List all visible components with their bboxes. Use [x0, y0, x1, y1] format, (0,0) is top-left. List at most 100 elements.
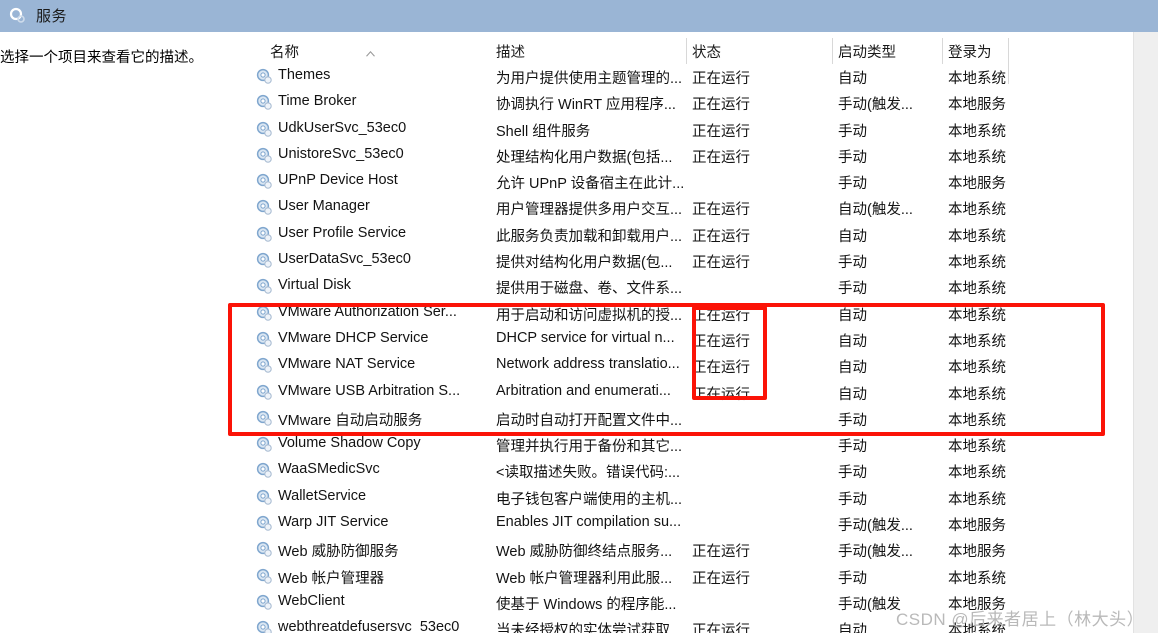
service-gear-icon: [256, 199, 273, 216]
cell-start: 自动: [838, 71, 867, 87]
table-row[interactable]: WalletService 电子钱包客户端使用的主机... 手动 本地系统: [248, 485, 1158, 511]
table-row[interactable]: Themes 为用户提供使用主题管理的... 正在运行 自动 本地系统: [248, 64, 1158, 90]
cell-logon: 本地系统: [948, 360, 1006, 377]
cell-state: 正在运行: [692, 544, 750, 561]
cell-start: 手动: [838, 491, 867, 508]
cell-desc: 提供用于磁盘、卷、文件系...: [496, 281, 683, 298]
cell-start: 手动: [838, 176, 867, 193]
cell-desc: Web 帐户管理器利用此服...: [496, 570, 673, 587]
cell-desc: 启动时自动打开配置文件中...: [496, 412, 683, 429]
column-header-desc[interactable]: 描述: [496, 41, 525, 62]
table-row[interactable]: Warp JIT Service Enables JIT compilation …: [248, 511, 1158, 537]
cell-state: 正在运行: [692, 623, 750, 633]
cell-desc: Shell 组件服务: [496, 123, 591, 140]
column-separator[interactable]: [686, 38, 687, 64]
table-row[interactable]: VMware 自动启动服务 启动时自动打开配置文件中... 手动 本地系统: [248, 406, 1158, 432]
column-separator[interactable]: [942, 38, 943, 64]
grid-header-row[interactable]: 名称 描述 状态 启动类型 登录为: [248, 38, 1158, 64]
column-header-state[interactable]: 状态: [692, 41, 721, 62]
cell-name: Web 威胁防御服务: [278, 544, 399, 561]
cell-desc: 提供对结构化用户数据(包...: [496, 255, 673, 272]
service-gear-icon: [256, 121, 273, 138]
service-gear-icon: [256, 462, 273, 479]
table-row[interactable]: Web 威胁防御服务 Web 威胁防御终结点服务... 正在运行 手动(触发... 本地…: [248, 537, 1158, 563]
cell-desc: Network address translatio...: [496, 356, 680, 373]
cell-start: 手动(触发...: [838, 544, 913, 561]
table-row[interactable]: VMware DHCP Service DHCP service for virt…: [248, 327, 1158, 353]
table-row[interactable]: Virtual Disk 提供用于磁盘、卷、文件系... 手动 本地系统: [248, 274, 1158, 300]
cell-desc: 使基于 Windows 的程序能...: [496, 596, 677, 613]
service-gear-icon: [256, 541, 273, 558]
service-gear-icon: [256, 252, 273, 269]
cell-desc: 协调执行 WinRT 应用程序...: [496, 97, 676, 114]
table-row[interactable]: WaaSMedicSvc <读取描述失败。错误代码:... 手动 本地系统: [248, 458, 1158, 484]
table-row[interactable]: VMware Authorization Ser... 用于启动和访问虚拟机的授.…: [248, 301, 1158, 327]
services-list-panel[interactable]: 名称 描述 状态 启动类型 登录为 Themes 为用户提供使用主题管理的... 正在运行自…: [248, 18, 1158, 633]
cell-state: 正在运行: [692, 255, 750, 272]
cell-state: 正在运行: [692, 307, 750, 324]
cell-name: WaaSMedicSvc: [278, 461, 380, 478]
cell-start: 手动: [838, 149, 867, 166]
cell-state: 正在运行: [692, 333, 750, 350]
cell-start: 自动(触发...: [838, 202, 913, 219]
cell-state: 正在运行: [692, 360, 750, 377]
table-row[interactable]: Volume Shadow Copy 管理并执行用于备份和其它... 手动 本地系统: [248, 432, 1158, 458]
table-row[interactable]: Web 帐户管理器 Web 帐户管理器利用此服... 正在运行 手动 本地系统: [248, 564, 1158, 590]
cell-logon: 本地系统: [948, 570, 1006, 587]
column-divider: [1008, 38, 1009, 84]
service-gear-icon: [256, 515, 273, 532]
service-gear-icon: [256, 384, 273, 401]
service-gear-icon: [256, 594, 273, 611]
cell-name: webthreatdefusersvc_53ec0: [278, 619, 460, 633]
services-rows[interactable]: Themes 为用户提供使用主题管理的... 正在运行 自动 本地系统 Time Brok…: [248, 64, 1158, 633]
cell-name: User Manager: [278, 198, 370, 215]
table-row[interactable]: Time Broker 协调执行 WinRT 应用程序... 正在运行 手动(触发..…: [248, 90, 1158, 116]
cell-name: Time Broker: [278, 93, 357, 110]
service-gear-icon: [256, 357, 273, 374]
cell-logon: 本地系统: [948, 255, 1006, 272]
table-row[interactable]: UdkUserSvc_53ec0 Shell 组件服务 正在运行 手动 本地系统: [248, 117, 1158, 143]
cell-name: VMware USB Arbitration S...: [278, 382, 461, 399]
cell-state: 正在运行: [692, 202, 750, 219]
cell-name: Volume Shadow Copy: [278, 435, 421, 452]
cell-start: 手动: [838, 412, 867, 429]
table-row[interactable]: User Profile Service 此服务负责加载和卸载用户... 正在运行 自…: [248, 222, 1158, 248]
cell-name: VMware NAT Service: [278, 356, 416, 373]
column-separator[interactable]: [832, 38, 833, 64]
column-header-name[interactable]: 名称: [270, 41, 299, 62]
cell-name: VMware Authorization Ser...: [278, 303, 457, 320]
cell-logon: 本地系统: [948, 71, 1006, 87]
scrollbar-thumb[interactable]: [1138, 182, 1154, 352]
table-row[interactable]: User Manager 用户管理器提供多用户交互... 正在运行 自动(触发... 本…: [248, 195, 1158, 221]
cell-start: 手动(触发...: [838, 97, 913, 114]
cell-name: UdkUserSvc_53ec0: [278, 119, 407, 136]
table-row[interactable]: UnistoreSvc_53ec0 处理结构化用户数据(包括... 正在运行 手动 本地…: [248, 143, 1158, 169]
column-header-logon[interactable]: 登录为: [948, 41, 992, 62]
cell-desc: 电子钱包客户端使用的主机...: [496, 491, 683, 508]
table-row[interactable]: VMware USB Arbitration S... Arbitration a…: [248, 380, 1158, 406]
cell-start: 自动: [838, 360, 867, 377]
table-row[interactable]: UserDataSvc_53ec0 提供对结构化用户数据(包... 正在运行 手动 本地…: [248, 248, 1158, 274]
cell-logon: 本地系统: [948, 281, 1006, 298]
cell-name: VMware 自动启动服务: [278, 412, 423, 429]
cell-start: 手动: [838, 439, 867, 456]
service-gear-icon: [256, 68, 273, 85]
cell-start: 自动: [838, 307, 867, 324]
service-gear-icon: [256, 147, 273, 164]
cell-name: Themes: [278, 67, 331, 83]
service-gear-icon: [256, 278, 273, 295]
cell-desc: 管理并执行用于备份和其它...: [496, 439, 683, 456]
cell-desc: Enables JIT compilation su...: [496, 514, 682, 531]
chevron-up-icon: [366, 44, 375, 57]
table-row[interactable]: VMware NAT Service Network address transl…: [248, 353, 1158, 379]
vertical-scrollbar[interactable]: [1133, 32, 1158, 633]
cell-logon: 本地系统: [948, 228, 1006, 245]
cell-start: 手动: [838, 570, 867, 587]
table-row[interactable]: UPnP Device Host 允许 UPnP 设备宿主在此计... 手动 本地服务: [248, 169, 1158, 195]
column-header-start[interactable]: 启动类型: [838, 41, 896, 62]
cell-desc: <读取描述失败。错误代码:...: [496, 465, 681, 482]
cell-state: 正在运行: [692, 149, 750, 166]
cell-logon: 本地系统: [948, 412, 1006, 429]
description-text: 选择一个项目来查看它的描述。: [0, 50, 203, 66]
cell-name: VMware DHCP Service: [278, 329, 429, 346]
